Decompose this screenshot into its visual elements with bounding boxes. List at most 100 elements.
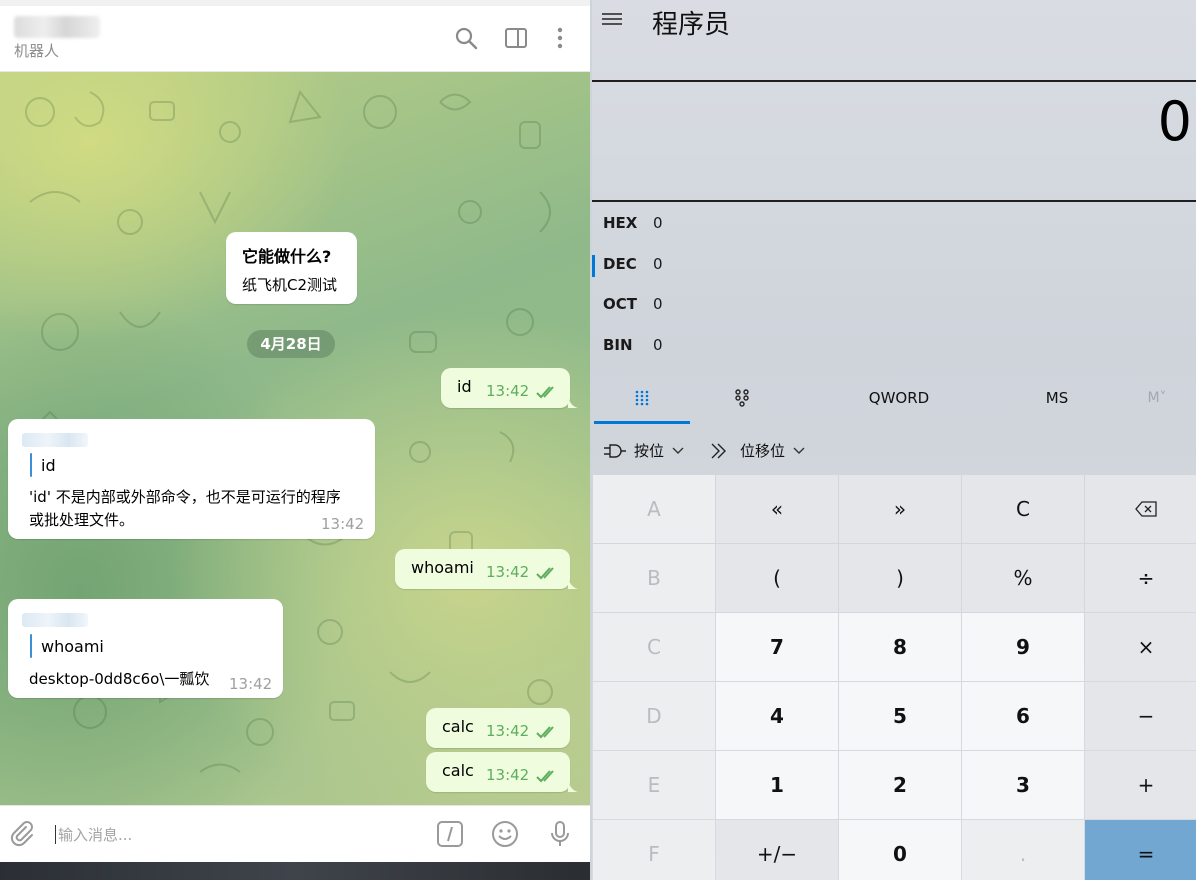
message-text: whoami: [411, 558, 474, 577]
radix-dec[interactable]: DEC 0: [592, 247, 1196, 283]
key-modulo[interactable]: %: [962, 544, 1084, 612]
radix-name: HEX: [603, 214, 638, 232]
key-open-paren[interactable]: (: [716, 544, 838, 612]
calculator-window: 程序员 0 HEX 0 DEC 0 OCT 0 BIN 0 QWORD MS M…: [592, 0, 1196, 880]
desktop-background-strip: [0, 862, 590, 880]
bubble-tail: [568, 396, 578, 408]
read-checkmarks-icon: [536, 726, 554, 739]
incoming-reply-message[interactable]: id 'id' 不是内部或外部命令，也不是可运行的程序 或批处理文件。 13:4…: [8, 419, 375, 539]
key-add[interactable]: +: [1085, 751, 1196, 819]
word-size-button[interactable]: QWORD: [844, 372, 954, 424]
keypad: A « » C B ( ) % ÷ C 7 8 9 × D 4 5 6 − E …: [592, 474, 1196, 880]
read-checkmarks-icon: [536, 770, 554, 783]
key-hex-c[interactable]: C: [593, 613, 715, 681]
key-1[interactable]: 1: [716, 751, 838, 819]
key-close-paren[interactable]: ): [839, 544, 961, 612]
key-equals[interactable]: =: [1085, 820, 1196, 880]
message-input[interactable]: 输入消息...: [58, 824, 132, 845]
reply-text-line1: 'id' 不是内部或外部命令，也不是可运行的程序: [29, 488, 341, 506]
quoted-text: whoami: [41, 637, 104, 656]
key-hex-e[interactable]: E: [593, 751, 715, 819]
bubble-tail: [568, 780, 578, 792]
search-icon[interactable]: [454, 26, 478, 50]
bitwise-label: 按位: [634, 442, 665, 460]
bit-keypad-icon: [735, 389, 749, 407]
tab-bit-toggle-keypad[interactable]: [692, 372, 792, 424]
key-6[interactable]: 6: [962, 682, 1084, 750]
key-3[interactable]: 3: [962, 751, 1084, 819]
key-decimal[interactable]: .: [962, 820, 1084, 880]
mode-toolbar: QWORD MS M˅: [592, 372, 1196, 424]
key-subtract[interactable]: −: [1085, 682, 1196, 750]
bitwise-dropdown[interactable]: 按位: [604, 440, 684, 461]
outgoing-message[interactable]: whoami 13:42: [395, 549, 578, 589]
key-clear[interactable]: C: [962, 475, 1084, 543]
bitwise-toolbar: 按位 位移位: [592, 426, 1196, 474]
window-top-strip: [0, 0, 590, 6]
key-9[interactable]: 9: [962, 613, 1084, 681]
key-8[interactable]: 8: [839, 613, 961, 681]
reply-text: desktop-0dd8c6o\一瓢饮: [29, 670, 210, 688]
outgoing-message[interactable]: id 13:42: [441, 368, 578, 408]
date-separator: 4月28日: [247, 330, 335, 358]
outgoing-message[interactable]: calc 13:42: [426, 752, 578, 792]
read-checkmarks-icon: [536, 567, 554, 580]
key-backspace[interactable]: [1085, 475, 1196, 543]
chevron-down-icon: [672, 447, 684, 454]
key-0[interactable]: 0: [839, 820, 961, 880]
radix-bin[interactable]: BIN 0: [592, 328, 1196, 364]
key-divide[interactable]: ÷: [1085, 544, 1196, 612]
chat-title-blurred[interactable]: [14, 16, 100, 38]
key-hex-b[interactable]: B: [593, 544, 715, 612]
message-text: calc: [442, 761, 474, 780]
message-text: calc: [442, 717, 474, 736]
radix-oct[interactable]: OCT 0: [592, 287, 1196, 323]
radix-value: 0: [653, 336, 663, 354]
radix-name: OCT: [603, 295, 637, 313]
logic-gate-icon: [604, 443, 626, 458]
radix-value: 0: [653, 214, 663, 232]
key-hex-a[interactable]: A: [593, 475, 715, 543]
chevron-down-icon: [793, 447, 805, 454]
key-left-shift[interactable]: «: [716, 475, 838, 543]
bit-shift-dropdown[interactable]: 位移位: [710, 440, 805, 461]
memory-list-button[interactable]: M˅: [1127, 372, 1187, 424]
chat-subtitle: 机器人: [14, 42, 60, 60]
tab-full-keypad[interactable]: [592, 372, 692, 424]
sender-name-blurred: [22, 433, 88, 447]
radix-hex[interactable]: HEX 0: [592, 206, 1196, 242]
key-4[interactable]: 4: [716, 682, 838, 750]
sidebar-toggle-icon[interactable]: [504, 26, 528, 50]
chat-area[interactable]: 它能做什么? 纸飞机C2测试 4月28日 id 13:42 id 'id' 不是…: [0, 72, 590, 805]
radix-name: DEC: [603, 255, 637, 273]
outgoing-message[interactable]: calc 13:42: [426, 708, 570, 748]
chat-header: 机器人: [0, 0, 590, 72]
key-hex-d[interactable]: D: [593, 682, 715, 750]
bit-shift-icon: [711, 443, 726, 458]
key-7[interactable]: 7: [716, 613, 838, 681]
hamburger-menu-icon[interactable]: [602, 12, 624, 28]
radix-name: BIN: [603, 336, 633, 354]
display-value: 0: [1157, 90, 1192, 153]
message-time: 13:42: [321, 515, 365, 533]
bot-info-card: 它能做什么? 纸飞机C2测试: [226, 232, 357, 304]
key-2[interactable]: 2: [839, 751, 961, 819]
read-checkmarks-icon: [536, 386, 554, 399]
microphone-icon[interactable]: [546, 820, 574, 848]
key-hex-f[interactable]: F: [593, 820, 715, 880]
emoji-icon[interactable]: [491, 820, 519, 848]
key-negate[interactable]: +/−: [716, 820, 838, 880]
key-right-shift[interactable]: »: [839, 475, 961, 543]
message-time: 13:42: [486, 722, 530, 740]
incoming-reply-message[interactable]: whoami desktop-0dd8c6o\一瓢饮 13:42: [8, 599, 283, 698]
calculator-mode-title: 程序员: [652, 10, 731, 40]
attach-icon[interactable]: [8, 820, 36, 848]
memory-store-button[interactable]: MS: [1022, 372, 1092, 424]
key-5[interactable]: 5: [839, 682, 961, 750]
bot-commands-icon[interactable]: [436, 820, 464, 848]
quote-bar: [30, 453, 32, 477]
more-menu-icon[interactable]: [548, 26, 572, 50]
message-time: 13:42: [486, 382, 530, 400]
key-multiply[interactable]: ×: [1085, 613, 1196, 681]
calculator-display: 0: [592, 80, 1196, 202]
